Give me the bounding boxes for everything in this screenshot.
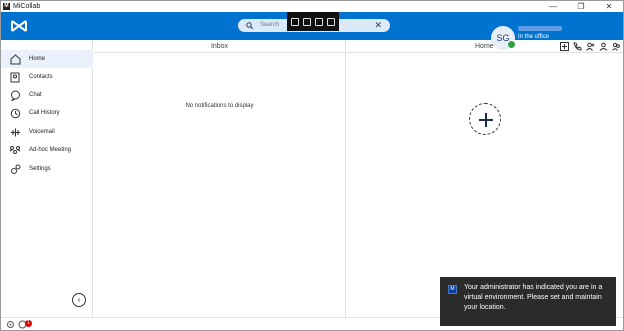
inbox-title: Inbox (94, 40, 345, 53)
home-panel: Home (347, 40, 623, 317)
chat-icon (8, 88, 22, 102)
username-redacted (518, 26, 562, 31)
add-widget-button[interactable] (469, 103, 501, 135)
phone-icon[interactable] (572, 42, 582, 52)
sidebar-item-home[interactable]: Home (1, 50, 93, 68)
history-icon (8, 106, 22, 120)
search-icon (246, 22, 253, 29)
inbox-empty-message: No notifications to display (185, 103, 254, 109)
micollab-toast-icon: M (448, 285, 457, 294)
sidebar-item-settings[interactable]: Settings (1, 160, 93, 178)
inbox-panel: Inbox No notifications to display (94, 40, 346, 317)
toast-message: Your administrator has indicated you are… (464, 284, 603, 311)
add-widget-icon[interactable] (559, 42, 569, 52)
notification-badge: 1 (25, 320, 32, 327)
sidebar-item-label: Home (29, 56, 46, 62)
sidebar-item-contacts[interactable]: Contacts (1, 68, 93, 86)
meeting-icon (8, 143, 22, 157)
sidebar-item-label: Chat (29, 92, 42, 98)
sidebar-item-label: Contacts (29, 74, 53, 80)
home-icon (8, 52, 22, 66)
toolbar-window-icon[interactable] (315, 17, 323, 26)
sidebar-item-adhoc-meeting[interactable]: Ad-hoc Meeting (1, 141, 93, 159)
collapse-sidebar-button[interactable]: ‹ (72, 293, 86, 307)
app-logo-icon: M (3, 3, 10, 10)
micollab-logo-icon (11, 20, 27, 32)
sidebar: Home Contacts Chat Call History Voicemai… (1, 40, 93, 317)
contacts-icon (8, 70, 22, 84)
title-bar: M MiCollab — ❐ ✕ (1, 1, 623, 12)
sidebar-item-label: Ad-hoc Meeting (29, 147, 72, 153)
toolbar-cast-icon[interactable] (303, 17, 311, 26)
chevron-left-icon: ‹ (77, 295, 81, 304)
add-group-icon[interactable] (611, 42, 621, 52)
search-placeholder: Search (260, 22, 280, 28)
location-toast[interactable]: M Your administrator has indicated you a… (440, 277, 616, 326)
gear-icon (8, 162, 22, 176)
window-title: MiCollab (13, 3, 41, 10)
sidebar-item-label: Call History (29, 110, 60, 116)
settings-status-icon[interactable] (6, 320, 15, 329)
minimize-button[interactable]: — (539, 1, 567, 12)
close-window-button[interactable]: ✕ (595, 1, 623, 12)
app-window: M MiCollab — ❐ ✕ Search ✕ SG In the offi… (0, 0, 624, 331)
maximize-button[interactable]: ❐ (567, 1, 595, 12)
toolbar-share-icon[interactable] (291, 17, 299, 26)
sidebar-item-chat[interactable]: Chat (1, 86, 93, 104)
add-contact-icon[interactable] (585, 42, 595, 52)
sidebar-item-label: Voicemail (29, 129, 55, 135)
plus-icon (479, 113, 493, 127)
sidebar-item-voicemail[interactable]: Voicemail (1, 123, 93, 141)
remote-session-toolbar (287, 12, 339, 31)
status-person-icon[interactable] (598, 42, 608, 52)
sidebar-item-label: Settings (29, 166, 51, 172)
toolbar-present-icon[interactable] (327, 17, 335, 26)
clear-search-icon[interactable]: ✕ (374, 19, 382, 32)
home-action-bar (559, 40, 621, 53)
sidebar-item-call-history[interactable]: Call History (1, 104, 93, 122)
voicemail-icon (8, 125, 22, 139)
